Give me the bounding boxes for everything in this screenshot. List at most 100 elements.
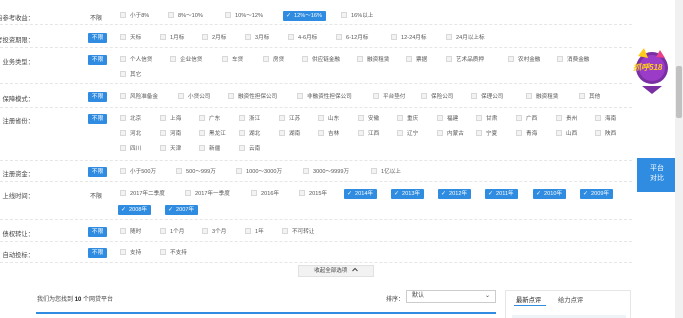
- province-option[interactable]: 江西: [358, 130, 379, 138]
- province-option[interactable]: 云南: [239, 145, 260, 153]
- page-scrollbar[interactable]: [675, 0, 683, 318]
- transfer-option[interactable]: 随时: [120, 228, 141, 236]
- province-option[interactable]: 福建: [437, 115, 458, 123]
- launch-option[interactable]: 2016年: [251, 190, 279, 198]
- province-option[interactable]: 黑龙江: [199, 130, 226, 138]
- launch-option-selected[interactable]: ✓ 2014年: [344, 189, 378, 199]
- province-option[interactable]: 海南: [595, 115, 616, 123]
- business-option[interactable]: 供应链金融: [302, 56, 340, 64]
- unlimited-button-period[interactable]: 不限: [88, 33, 107, 43]
- business-option[interactable]: 票据: [406, 56, 427, 64]
- launch-option-selected[interactable]: ✓ 2012年: [438, 189, 472, 199]
- guarantee-option[interactable]: 小贷公司: [178, 93, 210, 101]
- transfer-option[interactable]: 不可转让: [282, 228, 314, 236]
- guarantee-option[interactable]: 融资租赁: [526, 93, 558, 101]
- province-option[interactable]: 山东: [318, 115, 339, 123]
- business-option[interactable]: 农村金融: [508, 56, 540, 64]
- business-option[interactable]: 艺术品质押: [446, 56, 484, 64]
- capital-option[interactable]: 小于500万: [120, 168, 156, 176]
- launch-option-selected[interactable]: ✓ 2007年: [165, 205, 199, 215]
- province-option[interactable]: 湖北: [239, 130, 260, 138]
- auto-bid-option[interactable]: 不支持: [160, 249, 187, 257]
- unlimited-button-guarantee[interactable]: 不限: [88, 92, 107, 102]
- sort-select[interactable]: 默认 ⌄: [406, 290, 496, 303]
- business-option[interactable]: 企业信贷: [170, 56, 202, 64]
- business-option[interactable]: 个人信贷: [120, 56, 152, 64]
- unlimited-option-launch[interactable]: 不限: [90, 191, 102, 200]
- promo-badge[interactable]: 抓呼518: [632, 46, 668, 96]
- capital-option[interactable]: 3000～9999万: [303, 168, 349, 176]
- province-option[interactable]: 江苏: [279, 115, 300, 123]
- capital-option[interactable]: 500～999万: [176, 168, 216, 176]
- auto-bid-option[interactable]: 支持: [120, 249, 141, 257]
- unlimited-button-transfer[interactable]: 不限: [88, 227, 107, 237]
- province-option[interactable]: 广西: [516, 115, 537, 123]
- capital-option[interactable]: 1亿以上: [371, 168, 401, 176]
- guarantee-option[interactable]: 非融资性担保公司: [297, 93, 352, 101]
- province-option[interactable]: 广东: [199, 115, 220, 123]
- rate-option[interactable]: 16%以上: [341, 12, 373, 20]
- province-option[interactable]: 甘肃: [476, 115, 497, 123]
- period-option[interactable]: 6-12月标: [336, 34, 368, 42]
- launch-option-selected[interactable]: ✓ 2009年: [580, 189, 614, 199]
- transfer-option[interactable]: 1个月: [160, 228, 184, 236]
- period-option[interactable]: 4-6月标: [288, 34, 317, 42]
- province-option[interactable]: 山西: [556, 130, 577, 138]
- guarantee-option[interactable]: 风险准备金: [120, 93, 158, 101]
- business-option[interactable]: 房贷: [263, 56, 284, 64]
- rate-option-selected[interactable]: ✓ 12%～16%: [283, 11, 327, 21]
- province-option[interactable]: 重庆: [397, 115, 418, 123]
- guarantee-option[interactable]: 保险公司: [421, 93, 453, 101]
- unlimited-option-rate[interactable]: 不限: [90, 13, 102, 22]
- province-option[interactable]: 吉林: [318, 130, 339, 138]
- province-option[interactable]: 宁夏: [476, 130, 497, 138]
- province-option[interactable]: 浙江: [239, 115, 260, 123]
- province-option[interactable]: 北京: [120, 115, 141, 123]
- province-option[interactable]: 上海: [160, 115, 181, 123]
- guarantee-option[interactable]: 融资性担保公司: [228, 93, 277, 101]
- province-option[interactable]: 天津: [160, 145, 181, 153]
- launch-option[interactable]: 2017年一季度: [185, 190, 230, 198]
- province-option[interactable]: 河北: [120, 130, 141, 138]
- tab-top-reviews[interactable]: 给力点评: [558, 295, 583, 304]
- province-option[interactable]: 贵州: [556, 115, 577, 123]
- launch-option-selected[interactable]: ✓ 2013年: [391, 189, 425, 199]
- collapse-all-button[interactable]: 收起全部选项: [298, 265, 374, 277]
- unlimited-button-capital[interactable]: 不限: [88, 167, 107, 177]
- province-option[interactable]: 安徽: [358, 115, 379, 123]
- period-option[interactable]: 天标: [120, 34, 141, 42]
- province-option[interactable]: 青海: [516, 130, 537, 138]
- transfer-option[interactable]: 1年: [245, 228, 264, 236]
- province-option[interactable]: 内蒙古: [437, 130, 464, 138]
- rate-option[interactable]: 8%～10%: [168, 12, 203, 20]
- guarantee-option[interactable]: 其他: [579, 93, 600, 101]
- business-option[interactable]: 其它: [120, 71, 141, 79]
- rate-option[interactable]: 10%～12%: [225, 12, 263, 20]
- period-option[interactable]: 3月标: [245, 34, 269, 42]
- capital-option[interactable]: 1000～3000万: [236, 168, 282, 176]
- launch-option[interactable]: 2015年: [299, 190, 327, 198]
- period-option[interactable]: 1月标: [160, 34, 184, 42]
- period-option[interactable]: 24月以上标: [446, 34, 485, 42]
- business-option[interactable]: 融资租赁: [357, 56, 389, 64]
- period-option[interactable]: 12-24月标: [391, 34, 427, 42]
- unlimited-button-province[interactable]: 不限: [88, 114, 107, 124]
- province-option[interactable]: 湖南: [279, 130, 300, 138]
- launch-option-selected[interactable]: ✓ 2010年: [533, 189, 567, 199]
- unlimited-button-business[interactable]: 不限: [88, 55, 107, 65]
- tab-latest-reviews[interactable]: 最新点评: [516, 295, 541, 304]
- unlimited-button-auto-bid[interactable]: 不限: [88, 248, 107, 258]
- province-option[interactable]: 新疆: [199, 145, 220, 153]
- transfer-option[interactable]: 3个月: [202, 228, 226, 236]
- guarantee-option[interactable]: 平台垫付: [373, 93, 405, 101]
- business-option[interactable]: 消费金融: [557, 56, 589, 64]
- guarantee-option[interactable]: 保理公司: [471, 93, 503, 101]
- province-option[interactable]: 河南: [160, 130, 181, 138]
- launch-option-selected[interactable]: ✓ 2008年: [118, 205, 152, 215]
- business-option[interactable]: 车贷: [222, 56, 243, 64]
- province-option[interactable]: 陕西: [595, 130, 616, 138]
- launch-option[interactable]: 2017年二季度: [120, 190, 165, 198]
- province-option[interactable]: 四川: [120, 145, 141, 153]
- scrollbar-thumb[interactable]: [676, 66, 682, 118]
- launch-option-selected[interactable]: ✓ 2011年: [485, 189, 518, 199]
